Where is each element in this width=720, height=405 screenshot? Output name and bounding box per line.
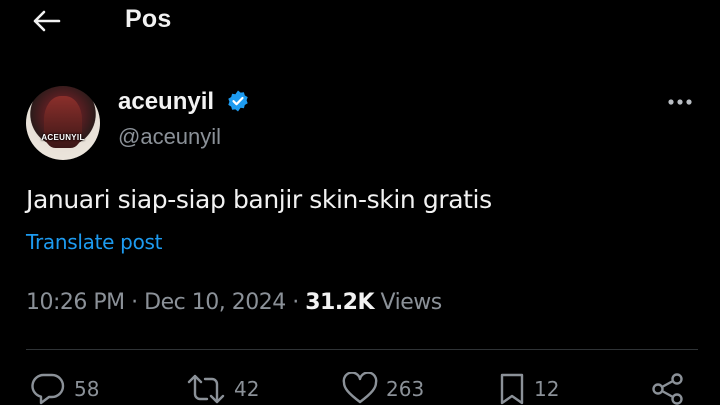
arrow-left-icon (33, 10, 61, 32)
divider (26, 349, 698, 350)
reply-icon (31, 373, 65, 405)
bookmark-icon (500, 373, 524, 405)
post-date[interactable]: Dec 10, 2024 (144, 290, 286, 315)
heart-icon (342, 372, 378, 404)
author-display-name[interactable]: aceunyil (118, 88, 214, 116)
post-time[interactable]: 10:26 PM (26, 290, 125, 315)
post-meta: 10:26 PM · Dec 10, 2024 · 31.2K Views (26, 290, 442, 315)
action-bar: 58 42 263 12 (0, 372, 720, 405)
bookmark-button[interactable]: 12 (498, 372, 559, 405)
more-horizontal-icon (668, 99, 692, 105)
like-button[interactable]: 263 (342, 372, 424, 405)
views-label: Views (380, 290, 443, 315)
avatar-logo-text: ACEUNYIL (41, 133, 85, 142)
post-text: Januari siap-siap banjir skin-skin grati… (26, 185, 492, 214)
author-handle[interactable]: @aceunyil (118, 124, 221, 150)
reply-count: 58 (74, 377, 100, 401)
repost-count: 42 (234, 377, 260, 401)
page-title: Pos (125, 5, 172, 33)
meta-separator: · (131, 290, 138, 315)
post-detail-screen: Pos ACEUNYIL aceunyil @aceunyil Januari … (0, 0, 720, 405)
top-bar: Pos (0, 0, 720, 44)
repost-button[interactable]: 42 (186, 372, 259, 405)
bookmark-count: 12 (534, 377, 560, 401)
reply-button[interactable]: 58 (30, 372, 99, 405)
avatar[interactable]: ACEUNYIL (26, 86, 100, 160)
repost-icon (187, 374, 225, 404)
back-button[interactable] (28, 6, 64, 36)
verified-badge-icon (228, 90, 248, 112)
more-options-button[interactable] (664, 92, 696, 112)
views-count[interactable]: 31.2K (305, 290, 374, 315)
share-button[interactable] (650, 372, 686, 405)
like-count: 263 (386, 377, 425, 401)
translate-post-link[interactable]: Translate post (26, 230, 162, 254)
meta-separator: · (292, 290, 299, 315)
share-icon (652, 373, 683, 405)
